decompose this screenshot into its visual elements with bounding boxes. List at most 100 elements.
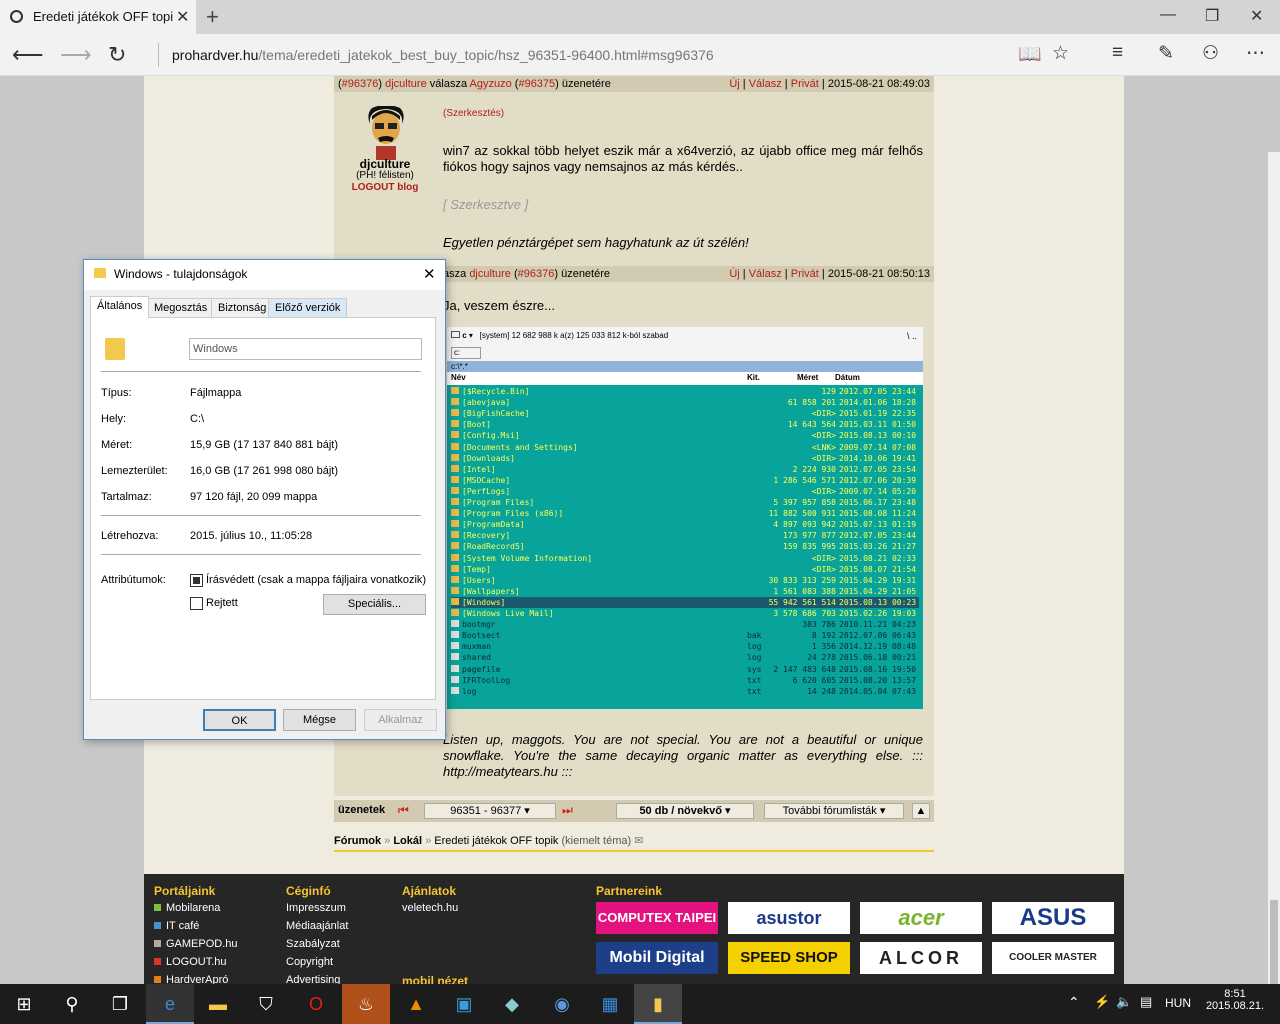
partner-logo[interactable]: SPEED SHOP	[728, 942, 850, 974]
clock[interactable]: 8:51 2015.08.21.	[1200, 988, 1270, 1012]
file-row[interactable]: [RoadRecord5] 159 835 995 2015.03.26 21:27	[451, 541, 919, 552]
start-icon[interactable]: ⊞	[0, 984, 48, 1024]
file-row[interactable]: [Documents and Settings] <LNK> 2009.07.14 …	[451, 442, 919, 453]
post-number-link[interactable]: #96376	[342, 78, 379, 90]
root-button[interactable]: \ ..	[907, 331, 917, 341]
task-view-icon[interactable]: ❐	[96, 984, 144, 1024]
minimize-icon[interactable]: —	[1160, 6, 1176, 24]
file-row[interactable]: Bootsect bak 8 192 2012.07.06 06:43	[451, 630, 919, 641]
footer-link[interactable]: Szabályzat	[286, 938, 348, 956]
file-row[interactable]: [Recovery] 173 977 877 2012.07.05 23:44	[451, 530, 919, 541]
file-row[interactable]: [Windows Live Mail] 3 578 686 703 2015.02.…	[451, 608, 919, 619]
edit-link[interactable]: (Szerkesztés)	[443, 108, 504, 119]
close-window-icon[interactable]: ✕	[1250, 6, 1263, 26]
apply-button[interactable]: Alkalmaz	[364, 709, 437, 731]
mail-icon[interactable]: ✉	[634, 835, 643, 847]
file-row[interactable]: [abevjava] 61 858 201 2014.01.06 18:28	[451, 397, 919, 408]
forum-list-select[interactable]: További fórumlisták ▾	[764, 803, 904, 819]
hidden-checkbox[interactable]	[190, 597, 203, 610]
footer-link[interactable]: HardverApró	[166, 974, 228, 984]
col-date[interactable]: Dátum	[835, 373, 860, 382]
reading-view-icon[interactable]: 📖	[1018, 42, 1042, 66]
reply-to-user-link[interactable]: djculture	[469, 268, 511, 280]
first-page-icon[interactable]: ⏮	[398, 803, 409, 818]
more-icon[interactable]: ⋯	[1246, 42, 1265, 65]
file-row[interactable]: pagefile sys 2 147 483 648 2015.08.16 19:50	[451, 664, 919, 675]
qbittorrent-icon[interactable]: ◉	[538, 984, 586, 1024]
scroll-top-button[interactable]: ▲	[912, 803, 930, 819]
partner-logo[interactable]: acer	[860, 902, 982, 934]
partner-logo[interactable]: COOLER MASTER	[992, 942, 1114, 974]
file-explorer-icon[interactable]: ▬	[194, 984, 242, 1024]
file-row[interactable]: [MSOCache] 1 286 546 571 2012.07.06 20:39	[451, 475, 919, 486]
footer-link[interactable]: Advertising	[286, 974, 348, 984]
reply-link[interactable]: Válasz	[749, 268, 782, 280]
close-tab-icon[interactable]: ✕	[176, 7, 189, 27]
language-indicator[interactable]: HUN	[1165, 996, 1191, 1010]
file-row[interactable]: [Wallpapers] 1 561 083 388 2015.04.29 21:0…	[451, 586, 919, 597]
new-tab-button[interactable]: +	[206, 4, 219, 30]
store-icon[interactable]: ⛉	[242, 984, 290, 1024]
url-field[interactable]: prohardver.hu/tema/eredeti_jatekok_best_…	[172, 47, 714, 63]
dialog-titlebar[interactable]: Windows - tulajdonságok ✕	[84, 260, 445, 290]
file-row[interactable]: IFRToolLog txt 6 620 605 2015.08.20 13:57	[451, 675, 919, 686]
reply-to-number-link[interactable]: #96376	[518, 268, 555, 280]
path-tab[interactable]: c:	[451, 347, 481, 359]
private-link[interactable]: Privát	[791, 78, 819, 90]
file-row[interactable]: [BigFishCache] <DIR> 2015.01.19 22:35	[451, 408, 919, 419]
special-button[interactable]: Speciális...	[323, 594, 426, 615]
footer-link[interactable]: veletech.hu	[402, 902, 458, 914]
hub-icon[interactable]: ≡	[1112, 42, 1123, 64]
file-row[interactable]: bootmgr 383 786 2010.11.21 04:23	[451, 619, 919, 630]
new-link[interactable]: Új	[729, 78, 739, 90]
dialog-close-icon[interactable]: ✕	[423, 265, 436, 283]
file-row[interactable]: [Temp] <DIR> 2015.08.07 21:54	[451, 564, 919, 575]
footer-link[interactable]: GAMEPOD.hu	[166, 938, 238, 950]
breadcrumb-topic[interactable]: Eredeti játékok OFF topik	[434, 835, 558, 847]
reply-link[interactable]: Válasz	[749, 78, 782, 90]
action-center-icon[interactable]: ▤	[1140, 994, 1152, 1010]
footer-link[interactable]: Impresszum	[286, 902, 348, 920]
vlc-icon[interactable]: ▲	[392, 984, 440, 1024]
partner-logo[interactable]: ALCOR	[860, 942, 982, 974]
last-page-icon[interactable]: ⏭	[562, 803, 573, 818]
footer-link[interactable]: Médiaajánlat	[286, 920, 348, 938]
share-icon[interactable]: ⚇	[1202, 42, 1219, 65]
file-row[interactable]: [Program Files (x86)] 11 882 500 931 2015.…	[451, 508, 919, 519]
file-row[interactable]: [$Recycle.Bin] 129 2012.07.05 23:44	[451, 386, 919, 397]
author-name[interactable]: djculture	[340, 158, 430, 170]
file-row[interactable]: [PerfLogs] <DIR> 2009.07.14 05:20	[451, 486, 919, 497]
forward-icon[interactable]: ⟶	[60, 42, 92, 68]
footer-link[interactable]: IT café	[166, 920, 199, 932]
col-size[interactable]: Méret	[797, 373, 818, 382]
file-row[interactable]: [Intel] 2 224 930 2012.07.05 23:54	[451, 464, 919, 475]
partner-logo[interactable]: COMPUTEX TAIPEI	[596, 902, 718, 934]
file-row[interactable]: [Users] 30 833 313 259 2015.04.29 19:31	[451, 575, 919, 586]
readonly-checkbox[interactable]	[190, 574, 203, 587]
tab-sharing[interactable]: Megosztás	[147, 298, 215, 318]
reply-to-number-link[interactable]: #96375	[518, 78, 555, 90]
file-row[interactable]: muxman log 1 356 2014.12.19 08:48	[451, 641, 919, 652]
partner-logo[interactable]: asustor	[728, 902, 850, 934]
file-row[interactable]: [Boot] 14 643 564 2015.03.11 01:50	[451, 419, 919, 430]
file-row[interactable]: shared log 24 278 2015.06.18 00:21	[451, 652, 919, 663]
tray-chevron-icon[interactable]: ⌃	[1068, 994, 1080, 1011]
footer-link[interactable]: LOGOUT.hu	[166, 956, 227, 968]
restore-icon[interactable]: ❐	[1205, 6, 1219, 26]
notes-icon[interactable]: ◆	[488, 984, 536, 1024]
edge-icon[interactable]: e	[146, 984, 194, 1024]
breadcrumb-lokal[interactable]: Lokál	[393, 835, 422, 847]
post-author-link[interactable]: djculture	[385, 78, 427, 90]
mobile-view-link[interactable]: mobil nézet	[402, 974, 468, 984]
file-row[interactable]: [Program Files] 5 397 957 858 2015.06.17 2…	[451, 497, 919, 508]
scrollbar-thumb[interactable]	[1270, 900, 1278, 984]
file-row[interactable]: [System Volume Information] <DIR> 2015.08.…	[451, 553, 919, 564]
reply-to-user-link[interactable]: Agyzuzo	[470, 78, 512, 90]
file-row[interactable]: [ProgramData] 4 897 093 942 2015.07.13 01:…	[451, 519, 919, 530]
tab-security[interactable]: Biztonság	[211, 298, 274, 318]
search-icon[interactable]: ⚲	[48, 984, 96, 1024]
control-panel-icon[interactable]: ▦	[586, 984, 634, 1024]
page-scrollbar[interactable]	[1268, 152, 1280, 984]
folder-name-field[interactable]: Windows	[189, 338, 422, 360]
back-icon[interactable]: ⟵	[12, 42, 44, 68]
